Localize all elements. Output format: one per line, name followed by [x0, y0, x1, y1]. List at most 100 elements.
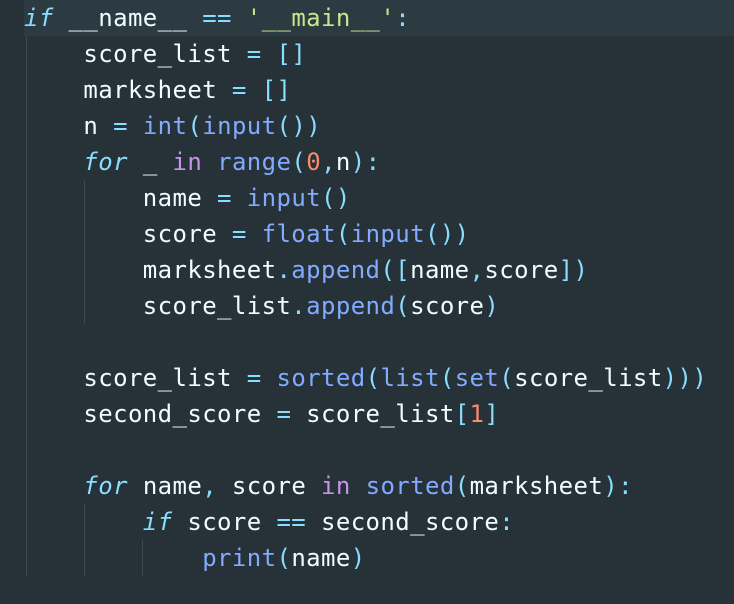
code-line[interactable]: score_list.append(score): [24, 288, 499, 324]
code-token: (: [276, 544, 292, 572]
code-token: score: [410, 292, 485, 320]
code-token: ==: [276, 508, 307, 536]
code-token: 1: [469, 400, 485, 428]
code-token: name: [24, 184, 218, 212]
code-token: print: [202, 544, 277, 572]
code-token: ): [484, 292, 500, 320]
code-token: name: [291, 544, 351, 572]
code-line-current[interactable]: if __name__ == '__main__':: [24, 0, 734, 36]
code-token: (: [499, 364, 515, 392]
code-line[interactable]: n = int(input()): [24, 108, 321, 144]
code-token: .: [276, 256, 292, 284]
code-token: for: [83, 472, 128, 500]
code-token: ): [350, 544, 366, 572]
code-token: marksheet: [24, 76, 232, 104]
code-token: =: [217, 184, 232, 212]
code-token: ==: [202, 4, 232, 32]
code-line[interactable]: name = input(): [24, 180, 351, 216]
code-line[interactable]: for name, score in sorted(marksheet):: [24, 468, 633, 504]
code-token: marksheet: [469, 472, 604, 500]
code-token: ))): [662, 364, 708, 392]
code-token: sorted: [365, 472, 455, 500]
code-token: ()): [276, 112, 322, 140]
code-token: second_score: [306, 508, 500, 536]
code-editor[interactable]: if __name__ == '__main__': score_list = …: [0, 0, 734, 604]
code-token: input: [246, 184, 322, 212]
code-token: score_list: [514, 364, 663, 392]
code-token: score_list: [291, 400, 455, 428]
code-token: =: [113, 112, 128, 140]
code-token: =: [231, 220, 247, 248]
code-token: '__main__': [246, 4, 396, 32]
code-line[interactable]: score = float(input()): [24, 216, 470, 252]
code-token: set: [454, 364, 500, 392]
code-token: ]: [484, 400, 500, 428]
code-token: score: [217, 472, 322, 500]
code-line[interactable]: for _ in range(0,n):: [24, 144, 380, 180]
code-token: (: [335, 220, 351, 248]
code-token: ,: [202, 472, 218, 500]
code-token: score_list: [24, 292, 292, 320]
code-token: list: [380, 364, 440, 392]
editor-gutter: [0, 0, 24, 604]
code-line[interactable]: score_list = sorted(list(set(score_list)…: [24, 360, 707, 396]
code-token: in: [172, 148, 203, 176]
code-token: in: [321, 472, 351, 500]
code-token: =: [246, 40, 262, 68]
code-token: ):: [603, 472, 633, 500]
code-token: =: [231, 76, 247, 104]
code-token: (: [291, 148, 307, 176]
code-token: (: [439, 364, 455, 392]
code-token: n: [24, 112, 114, 140]
code-token: score: [484, 256, 559, 284]
code-token: append: [306, 292, 396, 320]
code-line[interactable]: marksheet = []: [24, 72, 291, 108]
code-token: if: [24, 4, 54, 32]
code-token: [: [454, 400, 470, 428]
code-token: ,: [321, 148, 336, 176]
code-token: n: [335, 148, 351, 176]
code-token: []: [261, 76, 292, 104]
code-token: (: [395, 292, 411, 320]
code-token: for: [83, 148, 128, 176]
code-token: =: [246, 364, 262, 392]
code-line[interactable]: marksheet.append([name,score]): [24, 252, 588, 288]
code-token: marksheet: [24, 256, 277, 284]
code-token: score: [172, 508, 277, 536]
code-token: score_list: [24, 40, 247, 68]
code-token: ):: [350, 148, 381, 176]
code-token: if: [142, 508, 173, 536]
code-token: name: [410, 256, 470, 284]
code-token: ([: [380, 256, 411, 284]
code-token: input: [350, 220, 425, 248]
code-token: :: [499, 508, 515, 536]
code-token: score: [24, 220, 232, 248]
code-token: name: [127, 472, 203, 500]
code-line[interactable]: if score == second_score:: [24, 504, 514, 540]
code-token: =: [276, 400, 292, 428]
code-token: (: [187, 112, 203, 140]
code-token: _: [127, 148, 173, 176]
code-token: append: [291, 256, 381, 284]
code-token: 0: [306, 148, 322, 176]
code-token: int: [142, 112, 188, 140]
code-line[interactable]: print(name): [24, 540, 366, 576]
code-line[interactable]: score_list = []: [24, 36, 306, 72]
code-token: float: [261, 220, 336, 248]
code-token: :: [395, 4, 411, 32]
code-token: second_score: [24, 400, 277, 428]
code-token: (: [365, 364, 381, 392]
code-token: input: [202, 112, 277, 140]
code-token: (: [454, 472, 470, 500]
code-line[interactable]: second_score = score_list[1]: [24, 396, 499, 432]
